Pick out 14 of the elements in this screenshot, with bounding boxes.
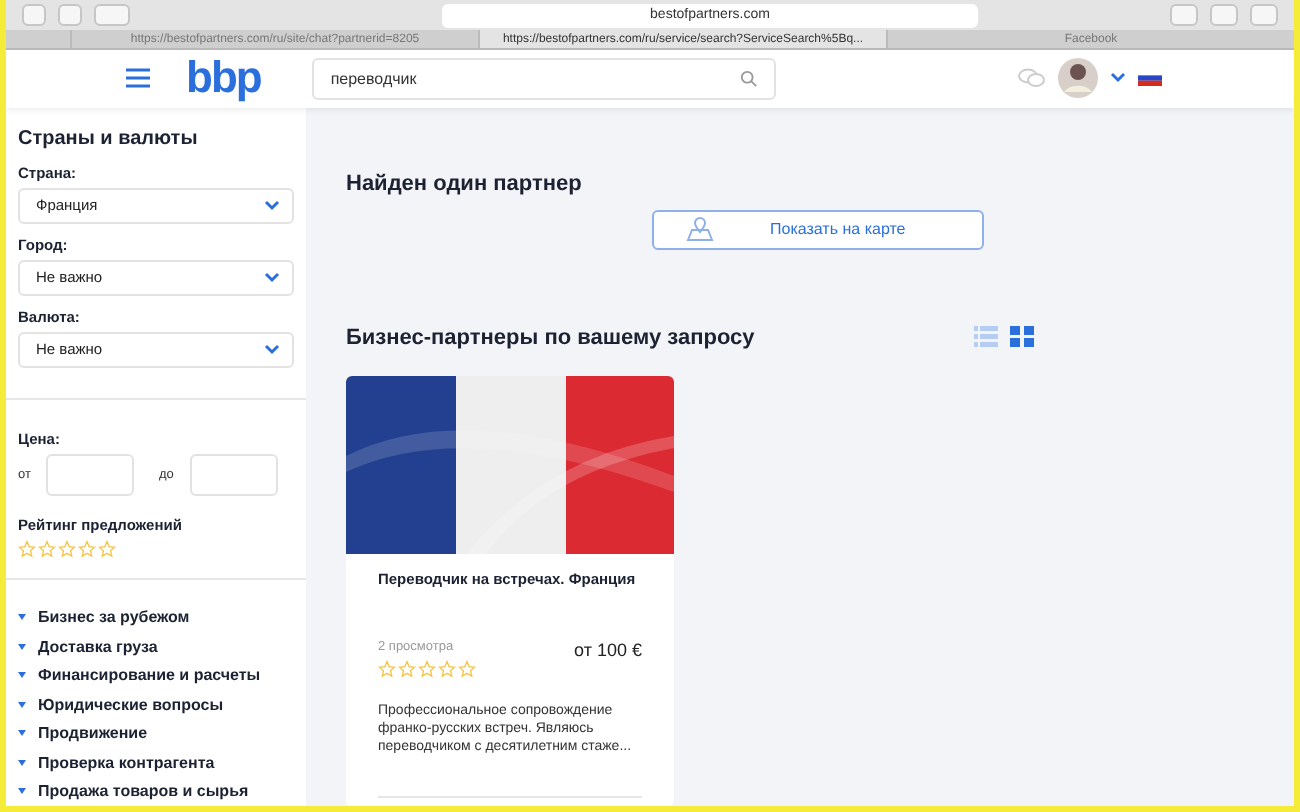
category-link[interactable]: Финансирование и расчеты <box>38 666 261 685</box>
category-link[interactable]: Проверка контрагента <box>38 753 215 772</box>
map-button[interactable]: Показать на карте <box>652 209 984 249</box>
sidebar-title: Страны и валюты <box>18 127 200 149</box>
section-heading: Бизнес-партнеры по вашему запросу <box>346 325 755 349</box>
logo[interactable]: bbp <box>186 52 261 105</box>
category-link[interactable]: Юридические вопросы <box>38 695 224 714</box>
result-count: Найден один партнер <box>346 171 584 195</box>
category-link[interactable]: Доставка груза <box>38 637 158 656</box>
category-link[interactable]: Продвижение <box>38 724 148 743</box>
price: от 100 € <box>574 640 642 660</box>
category-link[interactable]: Бизнес за рубежом <box>38 608 190 627</box>
category-link[interactable]: Продажа товаров и сырья <box>38 782 249 801</box>
search-field[interactable]: переводчик <box>312 57 777 100</box>
